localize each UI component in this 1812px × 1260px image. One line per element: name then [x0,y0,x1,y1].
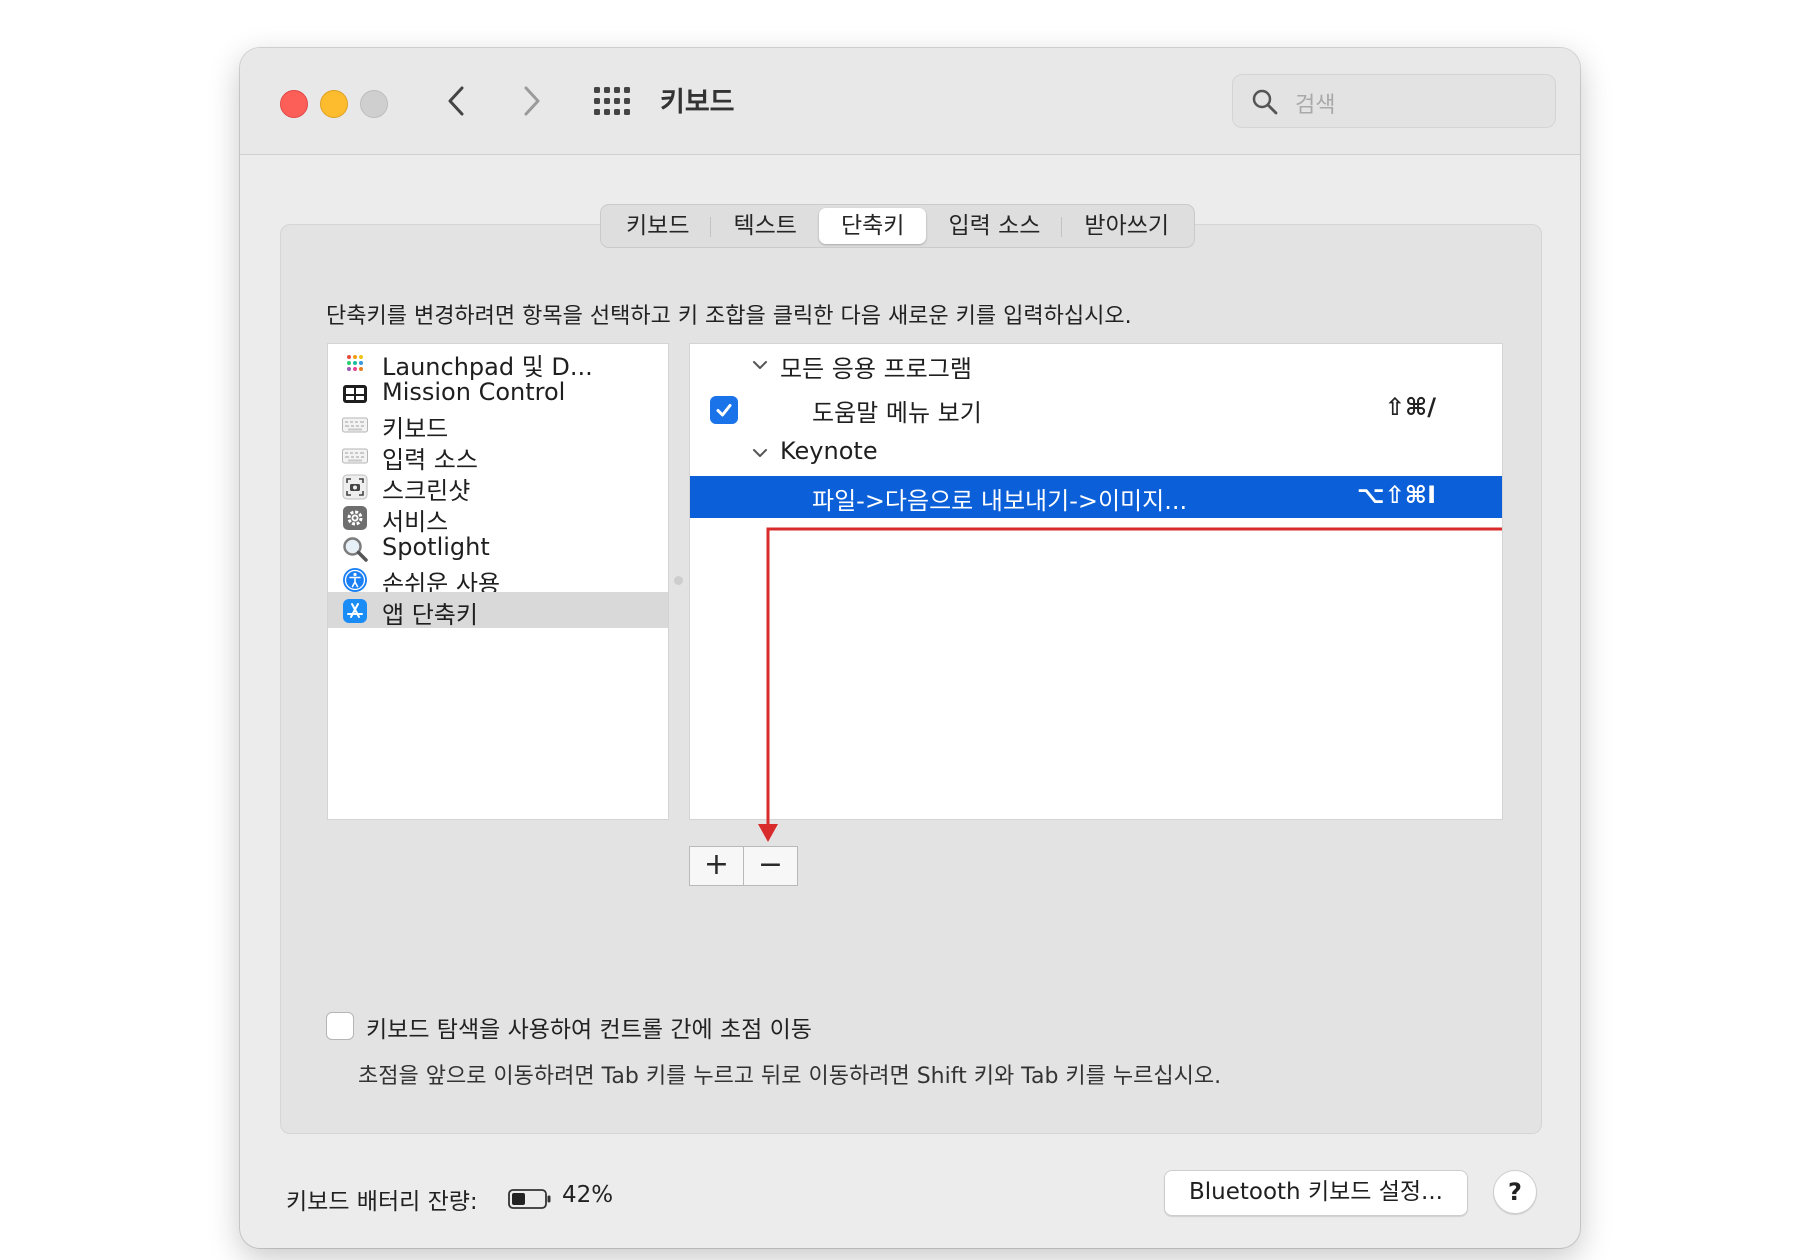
minimize-window-button[interactable] [320,90,348,118]
add-remove-control: + − [689,846,798,886]
chevron-down-icon[interactable] [752,445,768,461]
keyboard-icon [342,417,368,433]
shortcut-list: 모든 응용 프로그램 도움말 메뉴 보기 ⇧⌘/ Keynote 파일->다음으… [689,343,1503,820]
zoom-window-button[interactable] [360,90,388,118]
split-view-divider[interactable] [674,576,683,585]
category-label: Spotlight [382,533,490,561]
search-field[interactable]: 검색 [1232,74,1556,128]
shortcut-enabled-checkbox[interactable] [710,396,738,424]
window-title: 키보드 [660,87,735,118]
group-label: Keynote [780,437,878,465]
group-row-all-apps[interactable]: 모든 응용 프로그램 [690,344,1502,386]
search-placeholder: 검색 [1295,93,1336,118]
chevron-left-icon [448,86,464,116]
show-all-grid-button[interactable] [593,86,633,116]
mission-control-icon [343,385,367,403]
launchpad-icon [347,355,363,371]
input-sources-icon [342,448,368,464]
tab-keyboard[interactable]: 키보드 [604,208,712,244]
tab-bar: 키보드 텍스트 단축키 입력 소스 받아쓰기 [600,204,1196,248]
keyboard-navigation-label[interactable]: 키보드 탐색을 사용하여 컨트롤 간에 초점 이동 [366,1010,812,1044]
keyboard-navigation-checkbox[interactable] [326,1012,354,1040]
title-bar: 키보드 검색 [240,48,1580,155]
add-shortcut-button[interactable]: + [690,847,743,885]
shortcut-keys[interactable]: ⌥⇧⌘I [1357,481,1436,509]
services-gear-icon [343,506,367,530]
group-row-keynote[interactable]: Keynote [690,432,1502,474]
instruction-text: 단축키를 변경하려면 항목을 선택하고 키 조합을 클릭한 다음 새로운 키를 … [326,304,1132,329]
grid-icon [594,87,630,115]
accessibility-icon [343,568,367,592]
forward-button[interactable] [512,76,552,126]
category-label: 앱 단축키 [382,601,478,629]
shortcut-category-list: Launchpad 및 D... Mission Control 키보드 입력 … [327,343,669,820]
battery-icon [508,1189,551,1209]
keyboard-navigation-hint: 초점을 앞으로 이동하려면 Tab 키를 누르고 뒤로 이동하려면 Shift … [358,1064,1222,1089]
remove-shortcut-button[interactable]: − [743,847,797,885]
search-icon [1252,89,1278,115]
tab-shortcuts[interactable]: 단축키 [818,208,927,244]
spotlight-icon [343,537,368,562]
shortcut-name: 도움말 메뉴 보기 [812,399,982,427]
screenshot-icon [342,474,368,500]
shortcut-row-help-menu[interactable]: 도움말 메뉴 보기 ⇧⌘/ [690,388,1502,430]
tab-text[interactable]: 텍스트 [711,208,818,244]
shortcut-row-keynote-export[interactable]: 파일->다음으로 내보내기->이미지... ⌥⇧⌘I [690,476,1502,518]
battery-percent: 42% [562,1182,614,1208]
help-button[interactable]: ? [1493,1170,1537,1214]
tab-dictation[interactable]: 받아쓰기 [1062,208,1191,244]
chevron-down-icon[interactable] [752,357,768,373]
checkmark-icon [716,404,732,417]
shortcut-keys[interactable]: ⇧⌘/ [1385,393,1436,421]
tab-input-sources[interactable]: 입력 소스 [926,208,1063,244]
chevron-right-icon [524,86,540,116]
system-preferences-window: 키보드 검색 키보드 텍스트 단축키 입력 소스 받아쓰기 단축키를 변경하려면… [240,48,1580,1248]
bluetooth-keyboard-setup-button[interactable]: Bluetooth 키보드 설정... [1164,1170,1468,1216]
category-app-shortcuts[interactable]: 앱 단축키 [328,592,668,629]
shortcut-name: 파일->다음으로 내보내기->이미지... [812,487,1188,515]
battery-level-fill [512,1193,525,1205]
category-label: Mission Control [382,378,566,406]
app-store-icon [343,599,367,623]
close-window-button[interactable] [280,90,308,118]
battery-label: 키보드 배터리 잔량: [286,1189,478,1215]
back-button[interactable] [438,76,478,126]
group-label: 모든 응용 프로그램 [780,355,972,383]
